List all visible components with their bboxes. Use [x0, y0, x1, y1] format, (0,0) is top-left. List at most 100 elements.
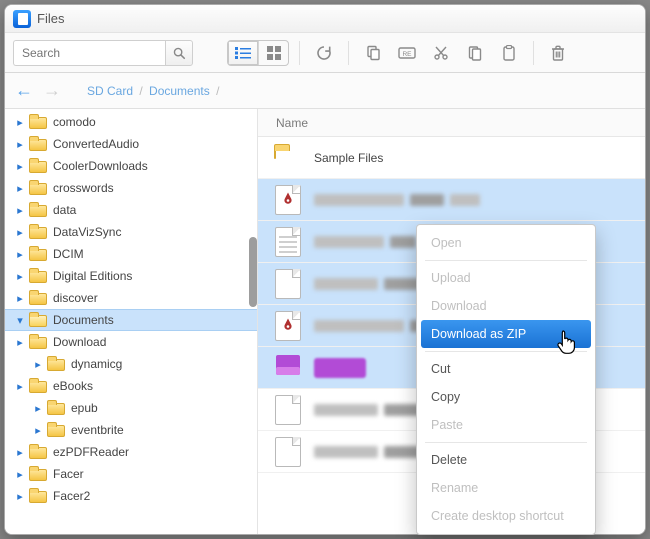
grid-icon — [267, 46, 281, 60]
tree-toggle-icon[interactable]: ▸ — [15, 138, 25, 151]
sidebar-item-ebooks[interactable]: ▸eBooks — [5, 375, 257, 397]
menu-separator — [425, 351, 587, 352]
toolbar: RE — [5, 33, 645, 73]
bc-sep: / — [213, 84, 222, 98]
copy-button[interactable] — [359, 40, 387, 66]
folder-icon — [29, 203, 47, 217]
tree-toggle-icon[interactable]: ▸ — [15, 248, 25, 261]
back-button[interactable]: ← — [15, 80, 33, 101]
paste-files-button[interactable] — [461, 40, 489, 66]
menu-separator — [425, 442, 587, 443]
menu-item-upload: Upload — [417, 264, 595, 292]
tree-toggle-icon[interactable]: ▸ — [15, 490, 25, 503]
sidebar-item-coolerdownloads[interactable]: ▸ CoolerDownloads — [5, 155, 257, 177]
bc-sep: / — [136, 84, 145, 98]
pdf-file-icon — [274, 310, 302, 342]
sidebar-item-documents[interactable]: ▾ Documents — [5, 309, 257, 331]
view-list-button[interactable] — [228, 41, 258, 65]
svg-text:RE: RE — [402, 51, 412, 58]
sidebar-item-discover[interactable]: ▸ discover — [5, 287, 257, 309]
context-menu[interactable]: OpenUploadDownloadDownload as ZIPCutCopy… — [416, 224, 596, 535]
tree-toggle-icon[interactable]: ▸ — [33, 402, 43, 415]
folder-icon — [29, 445, 47, 459]
tree-toggle-icon[interactable]: ▸ — [15, 380, 25, 393]
forward-button[interactable]: → — [43, 80, 61, 101]
cut-button[interactable] — [427, 40, 455, 66]
menu-item-copy[interactable]: Copy — [417, 383, 595, 411]
file-row[interactable] — [258, 179, 645, 221]
search-box — [13, 40, 193, 66]
folder-icon — [29, 269, 47, 283]
menu-item-download: Download — [417, 292, 595, 320]
refresh-icon — [316, 45, 332, 61]
sidebar-item-eventbrite[interactable]: ▸eventbrite — [5, 419, 257, 441]
sidebar-item-facer[interactable]: ▸ Facer — [5, 463, 257, 485]
tree-toggle-icon[interactable]: ▸ — [15, 204, 25, 217]
sidebar-item-label: Digital Editions — [53, 269, 132, 283]
file-icon — [274, 268, 302, 300]
menu-item-cut[interactable]: Cut — [417, 355, 595, 383]
folder-icon — [29, 379, 47, 393]
menu-item-delete[interactable]: Delete — [417, 446, 595, 474]
view-grid-button[interactable] — [258, 41, 288, 65]
sidebar-item-convertedaudio[interactable]: ▸ConvertedAudio — [5, 133, 257, 155]
tree-toggle-icon[interactable]: ▸ — [15, 468, 25, 481]
folder-icon — [29, 467, 47, 481]
sidebar-item-label: Documents — [53, 313, 114, 327]
tree-toggle-icon[interactable]: ▸ — [15, 182, 25, 195]
search-button[interactable] — [165, 40, 193, 66]
folder-icon — [29, 181, 47, 195]
tree-toggle-icon[interactable]: ▸ — [15, 160, 25, 173]
file-icon — [274, 394, 302, 426]
folder-icon — [29, 115, 47, 129]
tree-toggle-icon[interactable]: ▸ — [15, 270, 25, 283]
sidebar-item-epub[interactable]: ▸epub — [5, 397, 257, 419]
sidebar-item-comodo[interactable]: ▸comodo — [5, 111, 257, 133]
folder-icon — [29, 489, 47, 503]
sidebar-item-dcim[interactable]: ▸DCIM — [5, 243, 257, 265]
tree-toggle-icon[interactable]: ▸ — [33, 358, 43, 371]
sidebar-item-ezpdfreader[interactable]: ▸ ezPDFReader — [5, 441, 257, 463]
file-row[interactable]: Sample Files — [258, 137, 645, 179]
tree-toggle-icon[interactable]: ▸ — [15, 292, 25, 305]
tree-toggle-icon[interactable]: ▾ — [15, 314, 25, 327]
tree-toggle-icon[interactable]: ▸ — [15, 116, 25, 129]
sidebar-item-data[interactable]: ▸data — [5, 199, 257, 221]
file-name-redacted — [314, 446, 424, 458]
search-input[interactable] — [13, 40, 165, 66]
sidebar-item-label: discover — [53, 291, 98, 305]
scrollbar-thumb[interactable] — [249, 237, 257, 307]
sidebar-item-label: crosswords — [53, 181, 114, 195]
breadcrumb-seg-0[interactable]: SD Card — [87, 84, 133, 98]
sidebar-item-digital-editions[interactable]: ▸ Digital Editions — [5, 265, 257, 287]
sidebar[interactable]: ▸comodo▸ConvertedAudio▸CoolerDownloads▸c… — [5, 109, 258, 534]
breadcrumb: SD Card / Documents / — [87, 84, 222, 98]
sidebar-item-datavizsync[interactable]: ▸DataVizSync — [5, 221, 257, 243]
sidebar-item-label: CoolerDownloads — [53, 159, 148, 173]
sidebar-item-crosswords[interactable]: ▸ crosswords — [5, 177, 257, 199]
folder-icon — [29, 159, 47, 173]
name-column-header[interactable]: Name — [258, 109, 645, 137]
breadcrumb-seg-1[interactable]: Documents — [149, 84, 210, 98]
sidebar-item-facer2[interactable]: ▸ Facer2 — [5, 485, 257, 507]
tree-toggle-icon[interactable]: ▸ — [15, 336, 25, 349]
file-name-redacted — [314, 358, 366, 378]
delete-button[interactable] — [544, 40, 572, 66]
sidebar-item-label: Facer — [53, 467, 84, 481]
refresh-button[interactable] — [310, 40, 338, 66]
menu-item-download-as-zip[interactable]: Download as ZIP — [421, 320, 591, 348]
copy-icon — [365, 45, 381, 61]
folder-icon — [29, 313, 47, 327]
sidebar-item-download[interactable]: ▸Download — [5, 331, 257, 353]
sidebar-item-label: ezPDFReader — [53, 445, 129, 459]
paste-button[interactable] — [495, 40, 523, 66]
folder-icon — [29, 137, 47, 151]
tree-toggle-icon[interactable]: ▸ — [15, 226, 25, 239]
rename-button[interactable]: RE — [393, 40, 421, 66]
pdf-file-icon — [274, 184, 302, 216]
tree-toggle-icon[interactable]: ▸ — [33, 424, 43, 437]
files-icon — [467, 45, 483, 61]
sidebar-item-label: Facer2 — [53, 489, 90, 503]
tree-toggle-icon[interactable]: ▸ — [15, 446, 25, 459]
sidebar-item-dynamicg[interactable]: ▸dynamicg — [5, 353, 257, 375]
